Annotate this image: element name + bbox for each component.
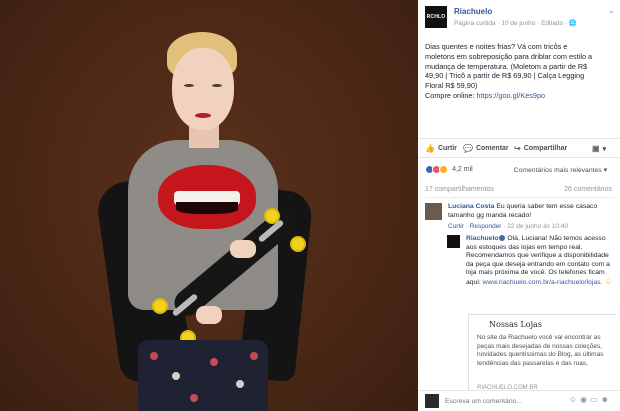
post-compre-online: Compre online: https://goo.gl/Kes9po xyxy=(425,91,617,101)
post-short-link[interactable]: https://goo.gl/Kes9po xyxy=(477,91,546,100)
preview-body: No site da Riachuelo você vai encontrar … xyxy=(477,334,604,367)
page-avatar[interactable]: RCHLO xyxy=(425,6,447,28)
post-actions-bar: 👍 Curtir 💬 Comentar ↪ Compartilhar ▣ ▾ xyxy=(418,138,620,158)
floral-dot xyxy=(210,358,218,366)
wow-reaction-icon xyxy=(439,164,448,174)
reactions-row[interactable]: 4,2 mil Comentários mais relevantes ▾ xyxy=(425,164,615,176)
compre-label: Compre online: xyxy=(425,90,477,100)
post-text-line: Dias quentes e noites frias? Vá com tric… xyxy=(425,42,568,51)
smile-emoji-icon: ☺ xyxy=(604,276,613,286)
floral-leggings xyxy=(138,340,268,411)
comments-count[interactable]: 26 comentários xyxy=(564,186,612,193)
reply-avatar[interactable] xyxy=(447,235,460,248)
comment-reply-link[interactable]: Responder xyxy=(470,223,502,230)
preview-title: Nossas Lojas xyxy=(489,320,542,329)
chevron-down-icon: ▾ xyxy=(602,145,607,153)
post-text-line: mudança de temperatura. (Moletom a parti… xyxy=(425,61,588,71)
gif-icon[interactable]: ▭ xyxy=(590,395,601,404)
model-lips xyxy=(195,113,211,118)
like-button[interactable]: 👍 Curtir xyxy=(425,144,457,153)
comment-icon: 💬 xyxy=(463,144,473,153)
comment-actions: Curtir · Responder · 22 de junho às 10:4… xyxy=(448,223,568,230)
page-name-link[interactable]: Riachuelo xyxy=(454,7,492,16)
comment-like-link[interactable]: Curtir xyxy=(448,223,464,230)
post-meta-text: Página curtida · 10 de junho · Editado · xyxy=(454,20,569,27)
sticker-icon[interactable]: ☻ xyxy=(601,395,612,404)
floral-dot xyxy=(190,394,198,402)
reactions-count[interactable]: 4,2 mil xyxy=(452,166,473,173)
audience-selector[interactable]: ▣ ▾ xyxy=(592,144,606,153)
post-header: RCHLO Riachuelo Página curtida · 10 de j… xyxy=(425,6,615,30)
post-text-line: moletons em sobreposição para driblar co… xyxy=(425,51,593,61)
globe-icon: 🌐 xyxy=(568,20,577,27)
comment-button[interactable]: 💬 Comentar xyxy=(463,144,509,153)
comment-composer: ☺◉▭☻ xyxy=(418,390,620,411)
wheel-3 xyxy=(152,298,168,314)
post-sidebar: RCHLO Riachuelo Página curtida · 10 de j… xyxy=(418,0,620,411)
link-preview-card[interactable]: Nossas Lojas No site da Riachuelo você v… xyxy=(468,314,616,394)
like-label: Curtir xyxy=(437,145,458,152)
floral-dot xyxy=(150,352,158,360)
comment-author[interactable]: Luciana Costa xyxy=(448,203,494,210)
page-selector-icon: ▣ xyxy=(592,144,600,153)
shares-count[interactable]: 17 compartilhamentos xyxy=(425,186,494,193)
lips-print-inner xyxy=(176,202,238,214)
hand-left xyxy=(196,306,222,324)
comment-sort-dropdown[interactable]: Comentários mais relevantes ▾ xyxy=(514,166,607,174)
commenter-avatar[interactable] xyxy=(425,203,442,220)
comment-label: Comentar xyxy=(475,145,509,152)
wheel-2 xyxy=(290,236,306,252)
post-text-line: Floral R$ 59,90) xyxy=(425,81,478,91)
reply-body: Riachuelo Olá, Luciana! Não temos acesso… xyxy=(466,235,616,288)
camera-icon[interactable]: ◉ xyxy=(580,395,590,404)
post-photo[interactable] xyxy=(0,0,418,411)
post-meta: Página curtida · 10 de junho · Editado ·… xyxy=(454,19,577,27)
composer-tools: ☺◉▭☻ xyxy=(569,395,612,404)
comment-time: · 22 de junho às 10:40 xyxy=(501,223,568,230)
thumbs-up-icon: 👍 xyxy=(425,144,435,153)
model-eye-right xyxy=(212,84,222,87)
floral-dot xyxy=(236,380,244,388)
floral-dot xyxy=(250,352,258,360)
post-text-line: 49,90 | Tricô a partir de R$ 69,90 | Cal… xyxy=(425,71,585,81)
viewer-avatar xyxy=(425,394,439,408)
share-label: Compartilhar xyxy=(523,145,568,152)
preview-accent-line xyxy=(473,323,474,385)
comment-input[interactable] xyxy=(445,395,585,408)
model-eye-left xyxy=(184,84,194,87)
floral-dot xyxy=(172,372,180,380)
wheel-1 xyxy=(264,208,280,224)
hand-right xyxy=(230,240,256,258)
stores-link[interactable]: www.riachuelo.com.br/a-riachuelo/lojas. xyxy=(483,279,603,286)
comment-body: Luciana Costa Eu queria saber tem esse c… xyxy=(448,203,616,220)
share-icon: ↪ xyxy=(514,144,521,153)
chevron-down-icon[interactable]: ⌄ xyxy=(608,6,615,15)
post-text: Dias quentes e noites frias? Vá com tric… xyxy=(425,42,617,101)
divider xyxy=(425,197,615,198)
reply-author[interactable]: Riachuelo xyxy=(466,235,498,242)
share-button[interactable]: ↪ Compartilhar xyxy=(514,144,567,153)
emoji-icon[interactable]: ☺ xyxy=(569,395,580,404)
page-avatar-text: RCHLO xyxy=(426,13,446,20)
